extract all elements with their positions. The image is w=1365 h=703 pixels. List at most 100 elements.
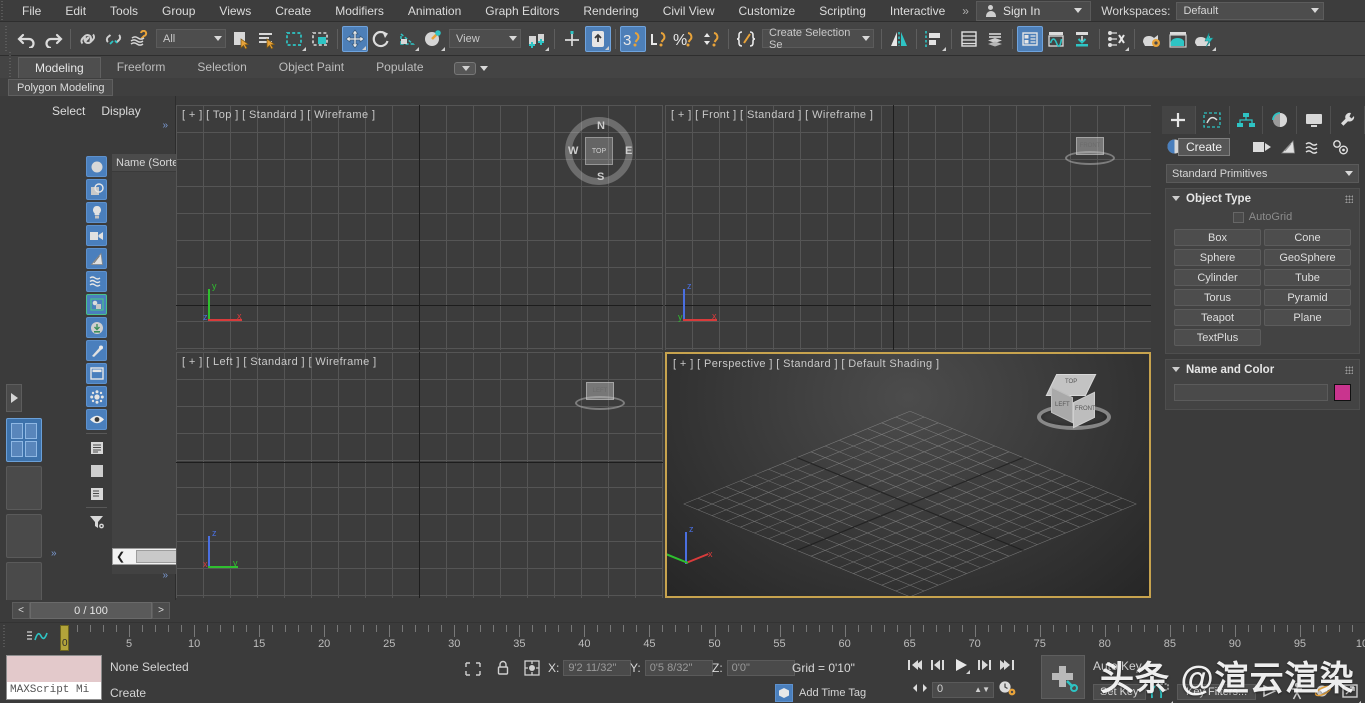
menu-graph-editors[interactable]: Graph Editors bbox=[473, 0, 571, 22]
go-to-start-icon[interactable] bbox=[905, 655, 925, 675]
mirror-icon[interactable] bbox=[886, 26, 912, 52]
chevron-down-icon[interactable] bbox=[1074, 8, 1083, 13]
view-cube-ring[interactable] bbox=[575, 396, 625, 410]
explorer-expand-bottom-icon[interactable]: » bbox=[162, 570, 167, 581]
autogrid-checkbox[interactable] bbox=[1232, 211, 1244, 223]
layer-explorer-icon[interactable] bbox=[956, 26, 982, 52]
rollout-drag-handle[interactable] bbox=[1345, 366, 1353, 374]
frame-readout[interactable]: 0 / 100 bbox=[30, 602, 152, 619]
viewport-top[interactable]: [ + ] [ Top ] [ Standard ] [ Wireframe ]… bbox=[176, 105, 663, 350]
modify-tab[interactable] bbox=[1196, 106, 1230, 134]
groups-filter-icon[interactable] bbox=[86, 294, 107, 315]
create-teapot-button[interactable]: Teapot bbox=[1174, 309, 1261, 326]
explorer-menu-select[interactable]: Select bbox=[52, 104, 85, 118]
material-editor-icon[interactable] bbox=[1104, 26, 1130, 52]
frame-number-input[interactable]: 0 ▲▼ bbox=[932, 681, 994, 698]
view-cube-top[interactable]: TOP N E S W bbox=[565, 117, 633, 185]
pan-walkthrough-icon[interactable] bbox=[1289, 682, 1361, 703]
selection-lock-region-icon[interactable] bbox=[465, 662, 481, 679]
visibility-icon[interactable] bbox=[86, 409, 107, 430]
particles-filter-icon[interactable] bbox=[86, 386, 107, 407]
maximize-viewport-icon[interactable] bbox=[1341, 683, 1359, 702]
selection-lock-toggle-icon[interactable] bbox=[496, 660, 510, 679]
key-filters-button[interactable]: Key Filters... bbox=[1177, 684, 1257, 700]
named-selection-set-select[interactable]: Create Selection Se bbox=[762, 27, 874, 51]
select-and-rotate-icon[interactable] bbox=[368, 26, 394, 52]
render-setup-icon[interactable] bbox=[1139, 26, 1165, 52]
viewport-left-label[interactable]: [ + ] [ Left ] [ Standard ] [ Wireframe … bbox=[182, 356, 377, 368]
menu-file[interactable]: File bbox=[10, 0, 53, 22]
rollout-expand-icon[interactable] bbox=[1172, 367, 1180, 372]
next-frame-icon[interactable] bbox=[974, 655, 994, 675]
time-tag-icon[interactable] bbox=[775, 684, 793, 702]
menu-group[interactable]: Group bbox=[150, 0, 207, 22]
helpers-filter-icon[interactable] bbox=[86, 248, 107, 269]
name-and-color-header[interactable]: Name and Color bbox=[1166, 360, 1359, 379]
zoom-icon[interactable] bbox=[1262, 683, 1361, 703]
maxscript-mini-listener[interactable]: MAXScript Mi bbox=[6, 655, 102, 700]
select-and-manipulate-icon[interactable] bbox=[559, 26, 585, 52]
orbit-icon[interactable] bbox=[1314, 683, 1361, 703]
create-pyramid-button[interactable]: Pyramid bbox=[1264, 289, 1351, 306]
cameras-filter-icon[interactable] bbox=[86, 225, 107, 246]
time-slider[interactable]: < 0 / 100 > bbox=[12, 602, 170, 619]
select-object-icon[interactable] bbox=[229, 26, 255, 52]
object-type-header[interactable]: Object Type bbox=[1166, 189, 1359, 208]
track-bar[interactable]: 0 5 10 15 20 25 30 35 40 45 50 55 60 65 70 75 80 85 90 95 10… bbox=[0, 622, 1365, 652]
workspace-select[interactable]: Default bbox=[1176, 1, 1325, 20]
select-and-link-icon[interactable] bbox=[75, 26, 101, 52]
scroll-left-icon[interactable]: ❮ bbox=[113, 550, 128, 563]
rendered-frame-window-icon[interactable] bbox=[1165, 26, 1191, 52]
create-tube-button[interactable]: Tube bbox=[1264, 269, 1351, 286]
viewport-perspective[interactable]: [ + ] [ Perspective ] [ Standard ] [ Def… bbox=[665, 352, 1151, 598]
cameras-icon[interactable] bbox=[1305, 140, 1323, 157]
undo-icon[interactable] bbox=[14, 26, 40, 52]
viewport-front-label[interactable]: [ + ] [ Front ] [ Standard ] [ Wireframe… bbox=[671, 109, 873, 121]
geometry-filter-icon[interactable] bbox=[86, 156, 107, 177]
align-icon[interactable] bbox=[921, 26, 947, 52]
render-production-icon[interactable] bbox=[1191, 26, 1217, 52]
space-warps-filter-icon[interactable] bbox=[86, 271, 107, 292]
motion-tab[interactable] bbox=[1263, 106, 1298, 134]
menu-tools[interactable]: Tools bbox=[98, 0, 150, 22]
auto-key-button[interactable]: Auto Key bbox=[1093, 659, 1142, 673]
viewport-top-label[interactable]: [ + ] [ Top ] [ Standard ] [ Wireframe ] bbox=[182, 109, 375, 121]
menu-edit[interactable]: Edit bbox=[53, 0, 98, 22]
explorer-expand-icon[interactable]: » bbox=[162, 120, 167, 131]
systems-icon[interactable] bbox=[1332, 139, 1348, 158]
angle-snap-icon[interactable]: 3 bbox=[620, 25, 646, 52]
ribbon-icon[interactable] bbox=[1017, 25, 1043, 52]
menu-civil-view[interactable]: Civil View bbox=[651, 0, 727, 22]
spinner-snap-toggle-icon[interactable] bbox=[698, 26, 724, 52]
detail-view-icon[interactable] bbox=[86, 483, 107, 504]
create-box-button[interactable]: Box bbox=[1174, 229, 1261, 246]
create-cylinder-button[interactable]: Cylinder bbox=[1174, 269, 1261, 286]
polygon-modeling-tab[interactable]: Polygon Modeling bbox=[8, 78, 114, 96]
coordinate-x-input[interactable]: 9'2 11/32" bbox=[563, 660, 632, 676]
containers-filter-icon[interactable] bbox=[86, 363, 107, 384]
display-tab[interactable] bbox=[1297, 106, 1332, 134]
tab-selection[interactable]: Selection bbox=[181, 57, 262, 78]
menu-scripting[interactable]: Scripting bbox=[807, 0, 878, 22]
create-cone-button[interactable]: Cone bbox=[1264, 229, 1351, 246]
menu-modifiers[interactable]: Modifiers bbox=[323, 0, 396, 22]
create-textplus-button[interactable]: TextPlus bbox=[1174, 329, 1261, 346]
frame-step-icon[interactable] bbox=[912, 682, 928, 697]
rectangular-selection-region-icon[interactable] bbox=[281, 26, 307, 52]
go-to-end-icon[interactable] bbox=[997, 655, 1017, 675]
coordinate-y-input[interactable]: 0'5 8/32" bbox=[644, 660, 713, 676]
menu-customize[interactable]: Customize bbox=[727, 0, 808, 22]
prev-frame-button[interactable]: < bbox=[12, 602, 30, 619]
sign-in-button[interactable]: Sign In bbox=[975, 0, 1092, 21]
xrefs-filter-icon[interactable] bbox=[86, 317, 107, 338]
tab-freeform[interactable]: Freeform bbox=[101, 57, 182, 78]
timeline-playhead[interactable]: 0 bbox=[60, 625, 69, 651]
menu-rendering[interactable]: Rendering bbox=[571, 0, 650, 22]
timeline-ruler[interactable]: 0 5 10 15 20 25 30 35 40 45 50 55 60 65 70 75 80 85 90 95 10… bbox=[61, 623, 1365, 653]
list-view-icon[interactable] bbox=[86, 437, 107, 458]
tab-object-paint[interactable]: Object Paint bbox=[263, 57, 360, 78]
spinner-snap-icon[interactable]: % bbox=[672, 26, 698, 52]
window-crossing-icon[interactable] bbox=[307, 26, 333, 52]
select-and-move-icon[interactable] bbox=[342, 25, 368, 52]
coordinate-z[interactable]: Z: 0'0" bbox=[712, 660, 795, 676]
